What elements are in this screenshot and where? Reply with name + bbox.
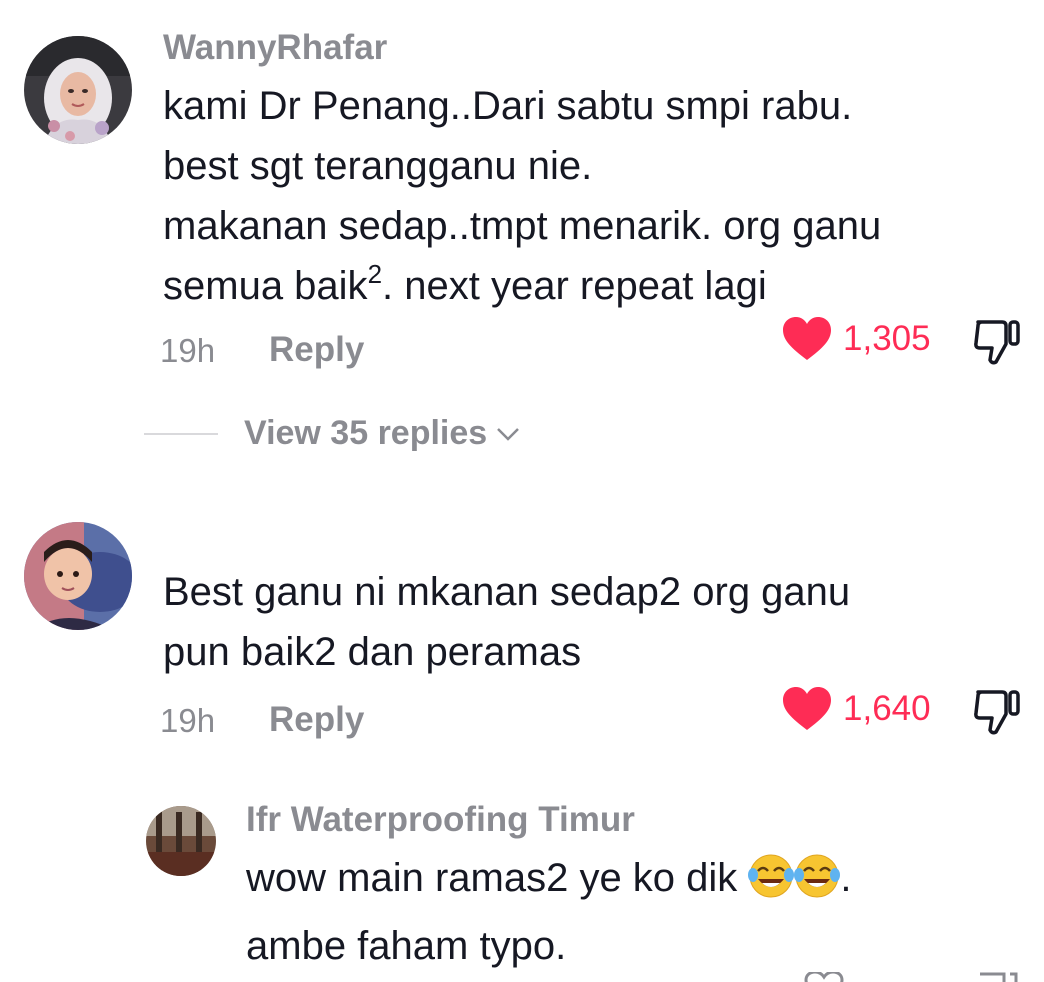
reply-text: wow main ramas2 ye ko dik . ambe faham t… xyxy=(246,848,852,976)
reply-item: Ifr Waterproofing Timur wow main ramas2 … xyxy=(0,0,1044,982)
reply-text-fragment: wow main ramas2 ye ko dik xyxy=(246,856,749,900)
reply-text-line: wow main ramas2 ye ko dik . xyxy=(246,848,852,916)
heart-outline-icon[interactable] xyxy=(804,972,844,982)
thumbs-down-icon[interactable] xyxy=(976,972,1020,982)
avatar[interactable] xyxy=(146,806,216,876)
reply-username[interactable]: Ifr Waterproofing Timur xyxy=(246,800,635,840)
face-with-tears-of-joy-icon xyxy=(794,853,841,916)
face-with-tears-of-joy-icon xyxy=(748,853,795,916)
reply-text-line: ambe faham typo. xyxy=(246,924,567,968)
reply-text-fragment: . xyxy=(840,856,852,900)
